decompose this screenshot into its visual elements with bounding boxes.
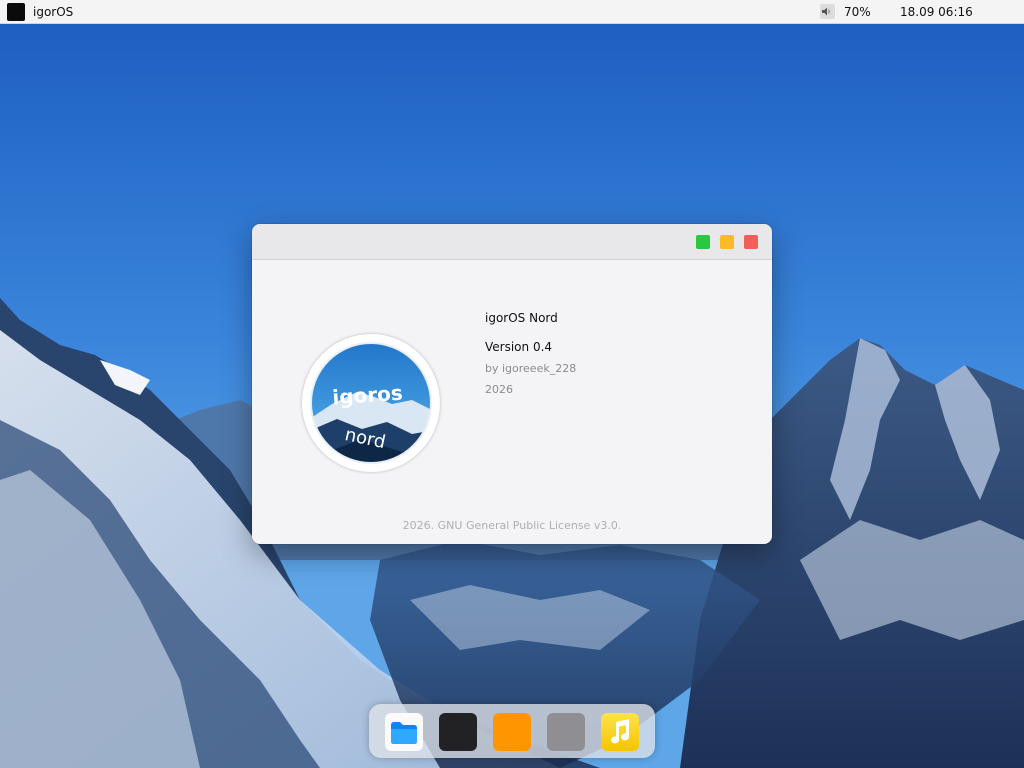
- version-label: Version 0.4: [485, 340, 553, 354]
- maximize-button[interactable]: [696, 235, 710, 249]
- system-tray: 70% 18.09 06:16: [820, 0, 1024, 23]
- logo-text-top: igoros: [332, 381, 404, 410]
- app-dock: [369, 704, 655, 758]
- author-label: by igoreeek_228: [485, 362, 577, 375]
- license-text: 2026. GNU General Public License v3.0.: [402, 519, 622, 532]
- terminal-icon[interactable]: [439, 713, 477, 751]
- volume-level[interactable]: 70%: [844, 5, 892, 19]
- system-info: igorOS Nord Version 0.4 by igoreeek_228 …: [485, 311, 576, 396]
- music-note-icon[interactable]: [601, 713, 639, 751]
- date-time[interactable]: 18.09 06:16: [892, 5, 1024, 19]
- os-logo-icon[interactable]: [7, 2, 25, 21]
- close-button[interactable]: [744, 235, 758, 249]
- os-logo-image: igoros nord: [302, 334, 440, 472]
- orange-app-icon[interactable]: [493, 713, 531, 751]
- minimize-button[interactable]: [720, 235, 734, 249]
- speaker-icon[interactable]: [820, 4, 835, 19]
- top-menu-bar: igorOS 70% 18.09 06:16: [0, 0, 1024, 24]
- year-label: 2026: [485, 383, 513, 396]
- window-titlebar[interactable]: [252, 224, 772, 260]
- product-name: igorOS Nord: [485, 311, 558, 325]
- files-folder-icon[interactable]: [385, 713, 423, 751]
- about-dialog: igoros nord igorOS Nord Version 0.4 by i…: [252, 224, 772, 544]
- settings-icon[interactable]: [547, 713, 585, 751]
- os-name-label[interactable]: igorOS: [33, 5, 73, 19]
